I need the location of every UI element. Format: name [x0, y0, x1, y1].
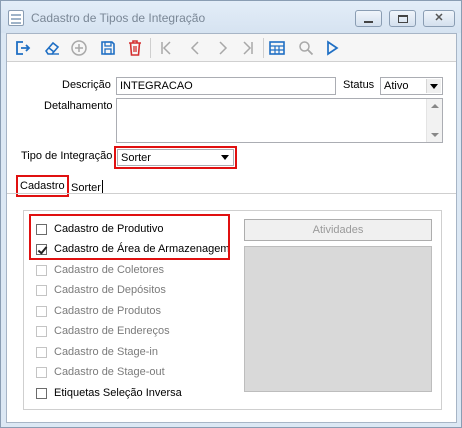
- minimize-button[interactable]: [355, 10, 382, 27]
- checkbox-label: Etiquetas Seleção Inversa: [54, 387, 182, 399]
- checkbox-box-disabled: [36, 264, 47, 276]
- checkbox-box-disabled: [36, 305, 47, 317]
- toolbar-separator: [263, 38, 264, 58]
- add-icon: [71, 40, 87, 56]
- add-button[interactable]: [68, 37, 90, 59]
- next-icon: [219, 41, 228, 55]
- last-record-button[interactable]: [237, 37, 259, 59]
- status-select[interactable]: Ativo: [380, 77, 443, 95]
- first-icon: [161, 41, 171, 55]
- checkbox-label: Cadastro de Stage-in: [54, 346, 158, 358]
- checkbox-cadastro-stage-in: Cadastro de Stage-in: [36, 344, 158, 360]
- status-value: Ativo: [384, 80, 409, 92]
- maximize-icon: [397, 14, 408, 23]
- detalhamento-scrollbar[interactable]: [426, 99, 442, 142]
- highlight-tipo-integracao: [114, 146, 237, 169]
- execute-button[interactable]: [321, 37, 343, 59]
- exit-icon: [16, 41, 31, 55]
- grid-icon: [269, 41, 285, 55]
- scroll-up-icon: [430, 104, 439, 108]
- checkbox-box-disabled: [36, 325, 47, 337]
- detalhamento-textarea[interactable]: [116, 98, 443, 143]
- window-title: Cadastro de Tipos de Integração: [31, 11, 206, 25]
- app-icon: [8, 10, 24, 26]
- exit-button[interactable]: [12, 37, 34, 59]
- first-record-button[interactable]: [155, 37, 177, 59]
- save-icon: [101, 41, 115, 55]
- form-client-area: Descrição INTEGRACAO Status Ativo Detalh…: [6, 33, 457, 423]
- app-window: Cadastro de Tipos de Integração ✕ Descri…: [0, 0, 462, 428]
- atividades-grid[interactable]: [244, 246, 432, 392]
- clear-button[interactable]: [41, 37, 63, 59]
- maximize-button[interactable]: [389, 10, 416, 27]
- scroll-up-button[interactable]: [427, 99, 442, 113]
- delete-icon: [129, 40, 141, 56]
- tab-strip-line: [7, 193, 456, 194]
- close-button[interactable]: ✕: [423, 10, 455, 27]
- eraser-icon: [44, 41, 60, 55]
- checkbox-box-disabled: [36, 284, 47, 296]
- checkbox-label: Cadastro de Coletores: [54, 264, 165, 276]
- play-icon: [327, 40, 339, 56]
- detalhamento-label: Detalhamento: [44, 100, 113, 112]
- search-icon: [299, 41, 314, 56]
- minimize-icon: [364, 20, 373, 23]
- checkbox-cadastro-produtos: Cadastro de Produtos: [36, 303, 161, 319]
- checkbox-label: Cadastro de Produtos: [54, 305, 162, 317]
- tipo-integracao-label: Tipo de Integração: [21, 150, 113, 162]
- highlight-checkboxes: [29, 214, 230, 260]
- checkbox-cadastro-depositos: Cadastro de Depósitos: [36, 282, 166, 298]
- delete-button[interactable]: [124, 37, 146, 59]
- status-dropdown-button[interactable]: [426, 79, 441, 93]
- previous-record-button[interactable]: [184, 37, 206, 59]
- previous-icon: [190, 41, 199, 55]
- chevron-down-icon: [430, 83, 438, 89]
- checkbox-box-disabled: [36, 346, 47, 358]
- checkbox-label: Cadastro de Stage-out: [54, 366, 165, 378]
- title-bar[interactable]: Cadastro de Tipos de Integração ✕: [1, 1, 461, 33]
- checkbox-cadastro-stage-out: Cadastro de Stage-out: [36, 364, 165, 380]
- status-label: Status: [343, 79, 375, 91]
- checkbox-box-disabled: [36, 366, 47, 378]
- grid-view-button[interactable]: [266, 37, 288, 59]
- descricao-input[interactable]: INTEGRACAO: [116, 77, 336, 95]
- scroll-down-icon: [430, 133, 439, 137]
- atividades-button[interactable]: Atividades: [244, 219, 432, 241]
- search-button[interactable]: [295, 37, 317, 59]
- toolbar: [7, 34, 456, 62]
- toolbar-separator: [150, 38, 151, 58]
- checkbox-label: Cadastro de Depósitos: [54, 284, 166, 296]
- cadastro-tab-panel: Cadastro de Produtivo Cadastro de Área d…: [23, 210, 442, 410]
- descricao-label: Descrição: [62, 79, 111, 91]
- next-record-button[interactable]: [212, 37, 234, 59]
- save-button[interactable]: [97, 37, 119, 59]
- scroll-down-button[interactable]: [427, 128, 442, 142]
- close-icon: ✕: [434, 12, 444, 24]
- checkbox-label: Cadastro de Endereços: [54, 325, 170, 337]
- checkbox-cadastro-coletores: Cadastro de Coletores: [36, 262, 164, 278]
- checkbox-etiquetas-selecao-inversa[interactable]: Etiquetas Seleção Inversa: [36, 385, 182, 401]
- last-icon: [243, 41, 253, 55]
- tab-divider: [102, 180, 103, 193]
- checkbox-cadastro-enderecos: Cadastro de Endereços: [36, 323, 170, 339]
- checkbox-box[interactable]: [36, 387, 47, 399]
